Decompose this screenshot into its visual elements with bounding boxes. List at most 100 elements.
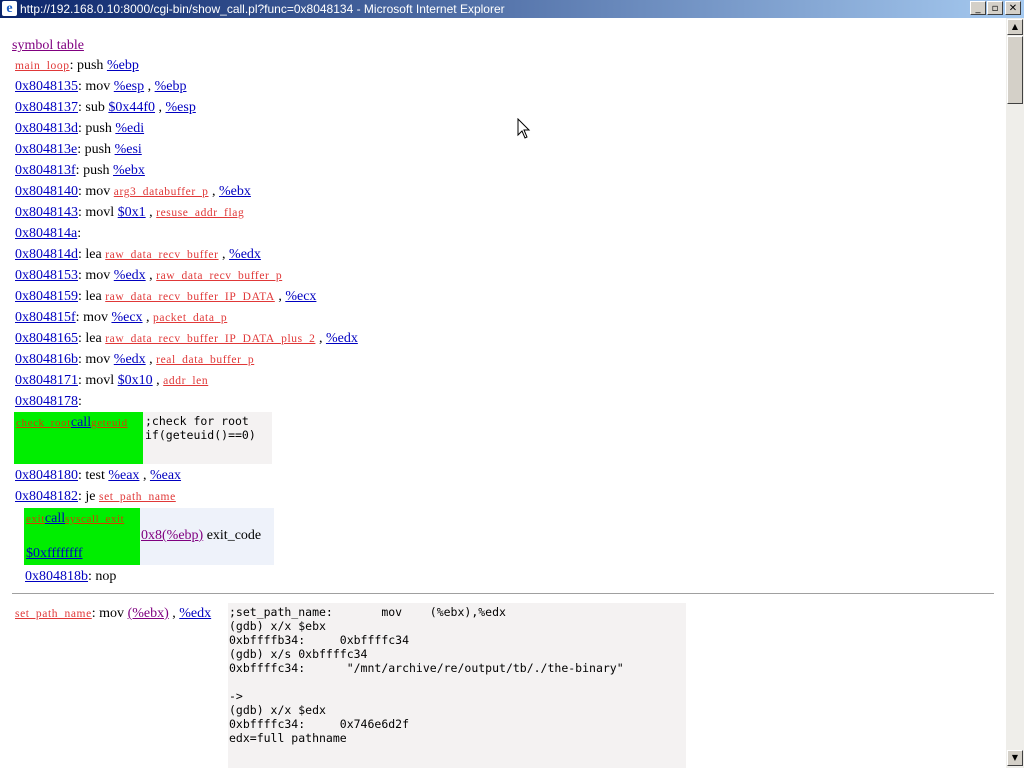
section-divider [12,593,994,594]
register-link[interactable]: %ebx [219,184,251,199]
address-link[interactable]: 0x8048140 [15,184,78,199]
code-line: 0x8048153: mov %edx , raw_data_recv_buff… [15,268,283,283]
address-link[interactable]: 0x804815f [15,310,76,325]
immediate-link[interactable]: $0xffffffff [26,546,83,561]
address-link[interactable]: 0x8048182 [15,489,78,504]
register-link[interactable]: %edx [326,331,358,346]
address-link[interactable]: 0x8048178 [15,394,78,409]
immediate-link[interactable]: $0x10 [118,373,153,388]
code-line: 0x804814a: [15,226,82,241]
instruction: sub [85,100,105,115]
symbol-link[interactable]: packet_data_p [153,312,227,324]
register-link[interactable]: %edx [114,268,146,283]
register-link[interactable]: %edi [115,121,144,136]
page-content: symbol table main_loop: push %ebp 0x8048… [0,18,1006,768]
symbol-link-set-path-name[interactable]: set_path_name [15,608,92,620]
symbol-link-exit[interactable]: exit [26,513,45,525]
symbol-link[interactable]: addr_len [163,375,208,387]
instruction: mov [83,310,108,325]
code-line: 0x8048171: movl $0x10 , addr_len [15,373,209,388]
code-line: 0x804815f: mov %ecx , packet_data_p [15,310,228,325]
code-line: 0x804816b: mov %edx , real_data_buffer_p [15,352,255,367]
register-link[interactable]: %ecx [285,289,316,304]
call-comment: ;check for root if(geteuid()==0) [145,414,256,442]
address-link[interactable]: 0x8048171 [15,373,78,388]
code-line: 0x804818b: nop [25,569,117,584]
symbol-link-check-root[interactable]: check_root [16,417,71,429]
address-link[interactable]: 0x804814d [15,247,78,262]
instruction: mov [85,79,111,94]
symbol-link[interactable]: real_data_buffer_p [156,354,254,366]
vertical-scrollbar[interactable]: ▲ ▼ [1006,18,1024,768]
call-box-syscall-exit: exitcallsyscall_exit $0xffffffff [24,508,140,565]
symbol-link[interactable]: raw_data_recv_buffer_IP_DATA [105,291,275,303]
code-line: 0x8048143: movl $0x1 , resuse_addr_flag [15,205,245,220]
register-link[interactable]: %edx [229,247,261,262]
address-link[interactable]: 0x804813f [15,163,76,178]
minimize-button[interactable]: _ [970,1,986,15]
address-link[interactable]: 0x8048137 [15,100,78,115]
instruction: push [83,163,110,178]
immediate-link[interactable]: $0x1 [118,205,146,220]
call-link[interactable]: call [45,511,65,526]
symbol-table-link[interactable]: symbol table [12,38,84,54]
address-link[interactable]: 0x804813d [15,121,78,136]
close-button[interactable]: ✕ [1005,1,1021,15]
scroll-up-icon[interactable]: ▲ [1007,19,1023,35]
internet-explorer-icon: e [2,1,17,16]
address-link[interactable]: 0x804814a [15,226,77,241]
instruction: push [85,121,112,136]
code-line: 0x8048165: lea raw_data_recv_buffer_IP_D… [15,331,358,346]
call-argument: 0x8(%ebp) exit_code [141,528,261,544]
scrollbar-thumb[interactable] [1007,36,1023,104]
symbol-link[interactable]: raw_data_recv_buffer_p [156,270,282,282]
register-link[interactable]: %ebp [155,79,187,94]
register-link[interactable]: %esp [166,100,196,115]
symbol-link[interactable]: raw_data_recv_buffer_IP_DATA_plus_2 [105,333,315,345]
symbol-link[interactable]: arg3_databuffer_p [114,186,209,198]
instruction: lea [85,247,102,262]
register-link[interactable]: %esi [115,142,142,157]
symbol-link-syscall-exit[interactable]: syscall_exit [65,513,124,525]
instruction: mov [85,268,111,283]
register-link[interactable]: %eax [150,468,181,483]
address-link[interactable]: 0x804816b [15,352,78,367]
register-link[interactable]: %ebx [113,163,145,178]
instruction: mov [99,606,125,621]
memory-operand-link[interactable]: (%ebx) [128,606,169,621]
register-link[interactable]: %ebp [107,58,139,73]
register-link[interactable]: %ecx [111,310,142,325]
maximize-button[interactable]: ▫ [987,1,1003,15]
code-line: 0x8048137: sub $0x44f0 , %esp [15,100,196,115]
address-link[interactable]: 0x804813e [15,142,77,157]
argument-link[interactable]: 0x8(%ebp) [141,528,203,543]
code-line: main_loop: push %ebp [15,58,139,73]
symbol-link[interactable]: resuse_addr_flag [156,207,244,219]
address-link[interactable]: 0x8048135 [15,79,78,94]
instruction: movl [85,205,115,220]
address-link[interactable]: 0x8048153 [15,268,78,283]
symbol-link-set-path-name[interactable]: set_path_name [99,491,176,503]
call-link[interactable]: call [71,415,91,430]
address-link[interactable]: 0x8048180 [15,468,78,483]
immediate-link[interactable]: $0x44f0 [108,100,155,115]
code-line: 0x8048135: mov %esp , %ebp [15,79,187,94]
address-link[interactable]: 0x8048143 [15,205,78,220]
register-link[interactable]: %edx [179,606,211,621]
scroll-down-icon[interactable]: ▼ [1007,750,1023,766]
instruction: push [76,58,104,73]
address-link[interactable]: 0x8048165 [15,331,78,346]
gdb-comment: ;set_path_name: mov (%ebx),%edx (gdb) x/… [229,605,624,745]
register-link[interactable]: %esp [114,79,144,94]
symbol-link-geteuid[interactable]: geteuid [91,417,128,429]
code-line: 0x8048178: [15,394,82,409]
address-link[interactable]: 0x8048159 [15,289,78,304]
instruction: nop [95,569,117,584]
symbol-link[interactable]: raw_data_recv_buffer [105,249,218,261]
address-link[interactable]: 0x804818b [25,569,88,584]
register-link[interactable]: %eax [108,468,139,483]
symbol-link-main-loop[interactable]: main_loop [15,60,70,72]
register-link[interactable]: %edx [114,352,146,367]
call-box-geteuid: check_rootcallgeteuid [14,412,143,464]
instruction: test [85,468,105,483]
